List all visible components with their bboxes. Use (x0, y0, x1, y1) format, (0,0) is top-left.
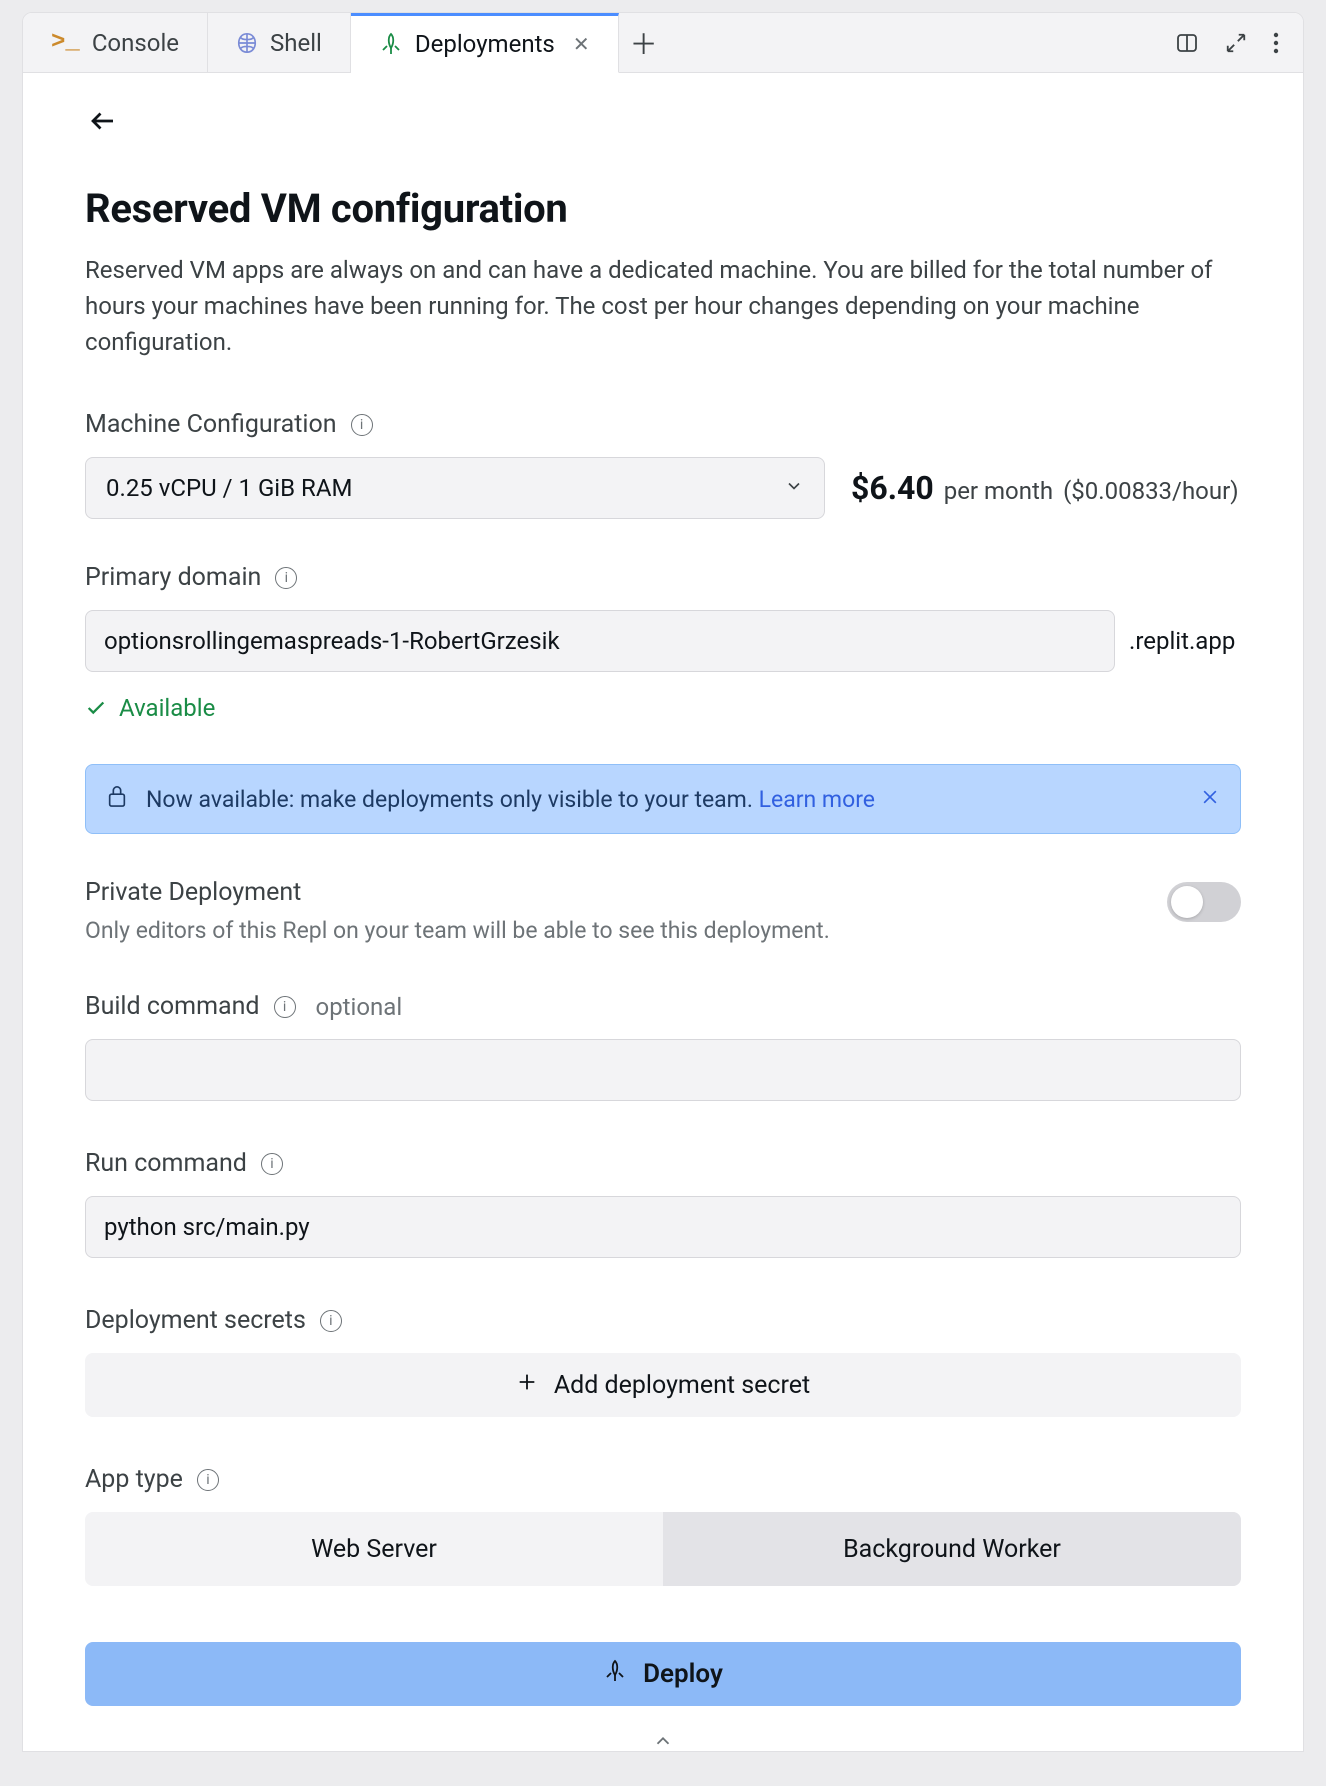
app-type-web-server[interactable]: Web Server (85, 1512, 663, 1586)
tab-label: Shell (270, 29, 322, 57)
split-pane-icon[interactable] (1175, 31, 1199, 55)
info-icon[interactable]: i (351, 414, 373, 436)
tab-label: Deployments (415, 30, 555, 58)
label-text: Machine Configuration (85, 410, 337, 439)
close-icon[interactable]: ✕ (573, 32, 590, 56)
label-text: App type (85, 1465, 183, 1494)
tab-label: Console (92, 29, 179, 57)
app-window: >_ Console Shell Deployments ✕ ＋ (22, 12, 1304, 1752)
tabs-bar: >_ Console Shell Deployments ✕ ＋ (23, 13, 1303, 73)
banner-text: Now available: make deployments only vis… (146, 786, 875, 813)
banner-text-content: Now available: make deployments only vis… (146, 786, 759, 813)
deployment-secrets-label: Deployment secrets i (85, 1306, 1241, 1335)
app-type-segmented: Web Server Background Worker (85, 1512, 1241, 1586)
label-text: Build command (85, 992, 260, 1021)
price-amount: $6.40 (851, 469, 934, 507)
add-secret-button[interactable]: Add deployment secret (85, 1353, 1241, 1417)
banner-close-button[interactable] (1200, 786, 1220, 813)
info-icon[interactable]: i (320, 1310, 342, 1332)
rocket-icon (603, 1659, 627, 1690)
check-icon (85, 697, 107, 719)
tab-shell[interactable]: Shell (208, 13, 351, 72)
machine-config-value: 0.25 vCPU / 1 GiB RAM (106, 474, 352, 502)
primary-domain-row: .replit.app (85, 610, 1241, 672)
run-command-label: Run command i (85, 1149, 1241, 1178)
private-deployment-title: Private Deployment (85, 878, 830, 907)
label-text: Deployment secrets (85, 1306, 306, 1335)
close-icon (1200, 787, 1220, 807)
console-prompt-icon: >_ (51, 29, 80, 56)
banner-learn-more-link[interactable]: Learn more (759, 786, 875, 813)
expand-icon[interactable] (1225, 32, 1247, 54)
deploy-button[interactable]: Deploy (85, 1642, 1241, 1706)
private-deployment-row: Private Deployment Only editors of this … (85, 878, 1241, 944)
private-deployment-toggle[interactable] (1167, 882, 1241, 922)
info-icon[interactable]: i (275, 567, 297, 589)
private-deployment-subtitle: Only editors of this Repl on your team w… (85, 917, 830, 944)
page-title: Reserved VM configuration (85, 185, 1241, 232)
info-banner: Now available: make deployments only vis… (85, 764, 1241, 834)
deploy-label: Deploy (643, 1659, 723, 1689)
toggle-knob (1171, 886, 1203, 918)
arrow-left-icon (88, 106, 118, 136)
app-type-label: App type i (85, 1465, 1241, 1494)
primary-domain-label: Primary domain i (85, 563, 1241, 592)
primary-domain-input[interactable] (85, 610, 1115, 672)
add-secret-label: Add deployment secret (554, 1371, 810, 1400)
app-type-background-worker[interactable]: Background Worker (663, 1512, 1241, 1586)
lock-icon (106, 783, 128, 815)
info-icon[interactable]: i (261, 1153, 283, 1175)
more-menu-icon[interactable] (1273, 32, 1279, 54)
price-block: $6.40 per month ($0.00833/hour) (851, 469, 1239, 507)
plus-icon (516, 1371, 538, 1400)
domain-suffix: .replit.app (1129, 627, 1235, 655)
label-text: Primary domain (85, 563, 261, 592)
private-deployment-text: Private Deployment Only editors of this … (85, 878, 830, 944)
content-area: Reserved VM configuration Reserved VM ap… (23, 73, 1303, 1751)
machine-config-label: Machine Configuration i (85, 410, 1241, 439)
label-text: Run command (85, 1149, 247, 1178)
domain-status: Available (85, 694, 1241, 722)
price-per-hour: ($0.00833/hour) (1063, 477, 1239, 505)
page-description: Reserved VM apps are always on and can h… (85, 252, 1235, 360)
machine-config-select[interactable]: 0.25 vCPU / 1 GiB RAM (85, 457, 825, 519)
shell-icon (236, 32, 258, 54)
optional-tag: optional (316, 993, 403, 1021)
tabs-right-actions (1151, 13, 1303, 72)
info-icon[interactable]: i (274, 996, 296, 1018)
rocket-icon (379, 32, 403, 56)
new-tab-button[interactable]: ＋ (619, 13, 669, 72)
seg-label: Web Server (311, 1535, 437, 1564)
tab-deployments[interactable]: Deployments ✕ (351, 13, 619, 73)
build-command-input[interactable] (85, 1039, 1241, 1101)
tab-console[interactable]: >_ Console (23, 13, 208, 72)
machine-config-row: 0.25 vCPU / 1 GiB RAM $6.40 per month ($… (85, 457, 1241, 519)
back-button[interactable] (85, 103, 121, 139)
run-command-input[interactable] (85, 1196, 1241, 1258)
build-command-label: Build command i optional (85, 992, 1241, 1021)
seg-label: Background Worker (843, 1535, 1061, 1564)
info-icon[interactable]: i (197, 1469, 219, 1491)
price-per-month: per month (944, 477, 1053, 505)
collapse-caret-icon[interactable] (652, 1730, 674, 1751)
chevron-down-icon (784, 474, 804, 502)
domain-status-text: Available (119, 694, 215, 722)
